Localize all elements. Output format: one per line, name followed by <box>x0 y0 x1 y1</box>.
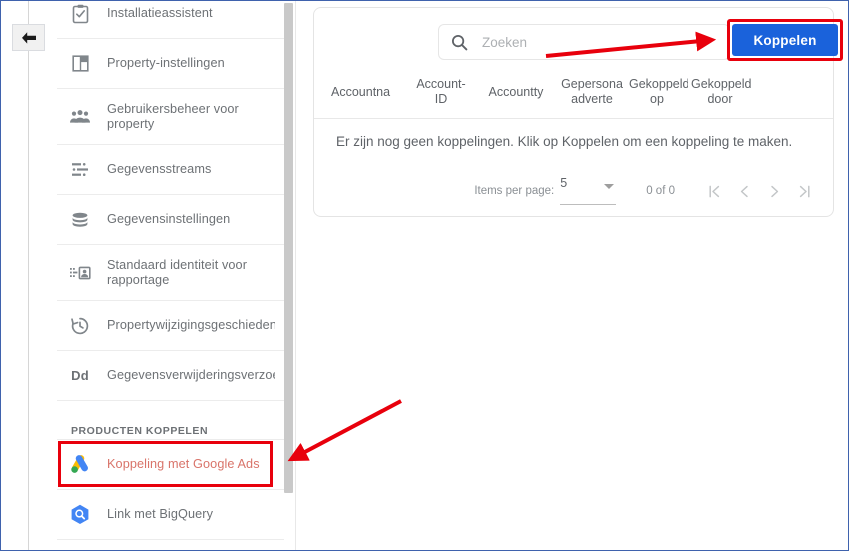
main-content: Koppelen Accountna Account-ID Accountty … <box>297 1 848 550</box>
search-input[interactable] <box>480 33 704 51</box>
next-page-button[interactable] <box>759 176 789 206</box>
sidebar-item-installatieassistent[interactable]: Installatieassistent <box>57 1 284 39</box>
last-page-button[interactable] <box>789 176 819 206</box>
sidebar-item-label: Property-instellingen <box>107 56 225 70</box>
sidebar-item-standaard-identiteit[interactable]: Standaard identiteit voor rapportage <box>57 245 284 301</box>
bigquery-icon <box>65 504 95 525</box>
sidebar-item-label: Standaard identiteit voor rapportage <box>107 257 248 287</box>
search-field[interactable] <box>438 24 730 60</box>
table-column-header-gekoppeld-door[interactable]: Gekoppeld door <box>688 77 752 107</box>
sidebar-item-gegevensverwijderingsverzoeken[interactable]: Dd Gegevensverwijderingsverzoek <box>57 351 284 401</box>
sidebar-item-label: Installatieassistent <box>107 6 213 20</box>
chevron-left-icon <box>740 185 748 197</box>
table-column-header-gekoppeld-op[interactable]: Gekoppeld op <box>626 77 688 107</box>
sidebar-section-producten-koppelen: PRODUCTEN KOPPELEN <box>57 411 284 440</box>
sidebar-item-label: Gebruikersbeheer voor property <box>107 101 239 131</box>
table-column-header-account-id[interactable]: Account-ID <box>408 77 474 107</box>
sidebar-divider <box>295 1 296 550</box>
links-card: Koppelen Accountna Account-ID Accountty … <box>313 7 843 217</box>
sidebar-item-label: Gegevensstreams <box>107 162 212 176</box>
sidebar-item-gegevensinstellingen[interactable]: Gegevensinstellingen <box>57 195 284 245</box>
sidebar-nav: Installatieassistent Property-instelling… <box>57 1 284 550</box>
sidebar-item-gegevensstreams[interactable]: Gegevensstreams <box>57 145 284 195</box>
sidebar-item-label: Gegevensverwijderingsverzoek <box>107 368 275 382</box>
sidebar-scrollbar-thumb[interactable] <box>284 3 293 493</box>
empty-state-row: Er zijn nog geen koppelingen. Klik op Ko… <box>314 118 833 164</box>
table-column-header-accountnaam[interactable]: Accountna <box>328 85 408 100</box>
history-clock-icon <box>65 316 95 336</box>
database-icon <box>65 211 95 229</box>
page-range-label: 0 of 0 <box>646 185 675 197</box>
back-arrow-icon <box>21 31 36 44</box>
table-paginator: Items per page: 5 0 of 0 <box>314 168 833 214</box>
last-page-icon <box>799 185 810 197</box>
page-size-select[interactable]: 5 <box>560 175 617 205</box>
sidebar-item-label: Koppeling met Google Ads <box>107 457 260 471</box>
sidebar-item-gebruikersbeheer[interactable]: Gebruikersbeheer voor property <box>57 89 284 145</box>
sidebar-item-property-instellingen[interactable]: Property-instellingen <box>57 39 284 89</box>
sidebar-item-link-met-bigquery[interactable]: Link met BigQuery <box>57 490 284 540</box>
empty-state-message: Er zijn nog geen koppelingen. Klik op Ko… <box>336 133 793 149</box>
search-icon <box>451 34 468 51</box>
card-toolbar: Koppelen <box>314 8 843 66</box>
sidebar-item-koppeling-met-google-ads[interactable]: Koppeling met Google Ads <box>57 440 284 490</box>
sidebar-item-propertywijzigingsgeschiedenis[interactable]: Propertywijzigingsgeschieden <box>57 301 284 351</box>
sidebar-item-label: Link met BigQuery <box>107 507 214 521</box>
data-streams-icon <box>65 161 95 179</box>
google-ads-icon <box>65 454 95 475</box>
chevron-right-icon <box>770 185 778 197</box>
dd-glyph-icon: Dd <box>71 368 89 383</box>
first-page-icon <box>708 185 719 197</box>
table-column-header-accounttype[interactable]: Accountty <box>474 85 558 100</box>
chevron-down-icon <box>604 183 615 189</box>
table-header-row: Accountna Account-ID Accountty Gepersona… <box>314 66 833 119</box>
sidebar-section-label: PRODUCTEN KOPPELEN <box>71 425 217 437</box>
back-button[interactable] <box>12 24 45 51</box>
items-per-page-label: Items per page: <box>474 185 555 197</box>
people-group-icon <box>65 109 95 125</box>
identity-card-icon <box>65 265 95 281</box>
first-page-button[interactable] <box>699 176 729 206</box>
app-window: Installatieassistent Property-instelling… <box>0 0 849 551</box>
sidebar-item-label: Propertywijzigingsgeschieden <box>107 318 275 332</box>
table-column-header-gepersonaliseerde-advertenties[interactable]: Gepersona adverte <box>558 77 626 107</box>
rail-divider <box>28 1 29 550</box>
left-rail <box>1 1 57 550</box>
previous-page-button[interactable] <box>729 176 759 206</box>
layout-icon <box>65 54 95 73</box>
page-size-value: 5 <box>560 175 568 190</box>
clipboard-check-icon <box>65 4 95 24</box>
sidebar-item-list: Installatieassistent Property-instelling… <box>57 1 284 540</box>
sidebar-item-label: Gegevensinstellingen <box>107 212 231 226</box>
koppelen-button[interactable]: Koppelen <box>732 24 838 56</box>
